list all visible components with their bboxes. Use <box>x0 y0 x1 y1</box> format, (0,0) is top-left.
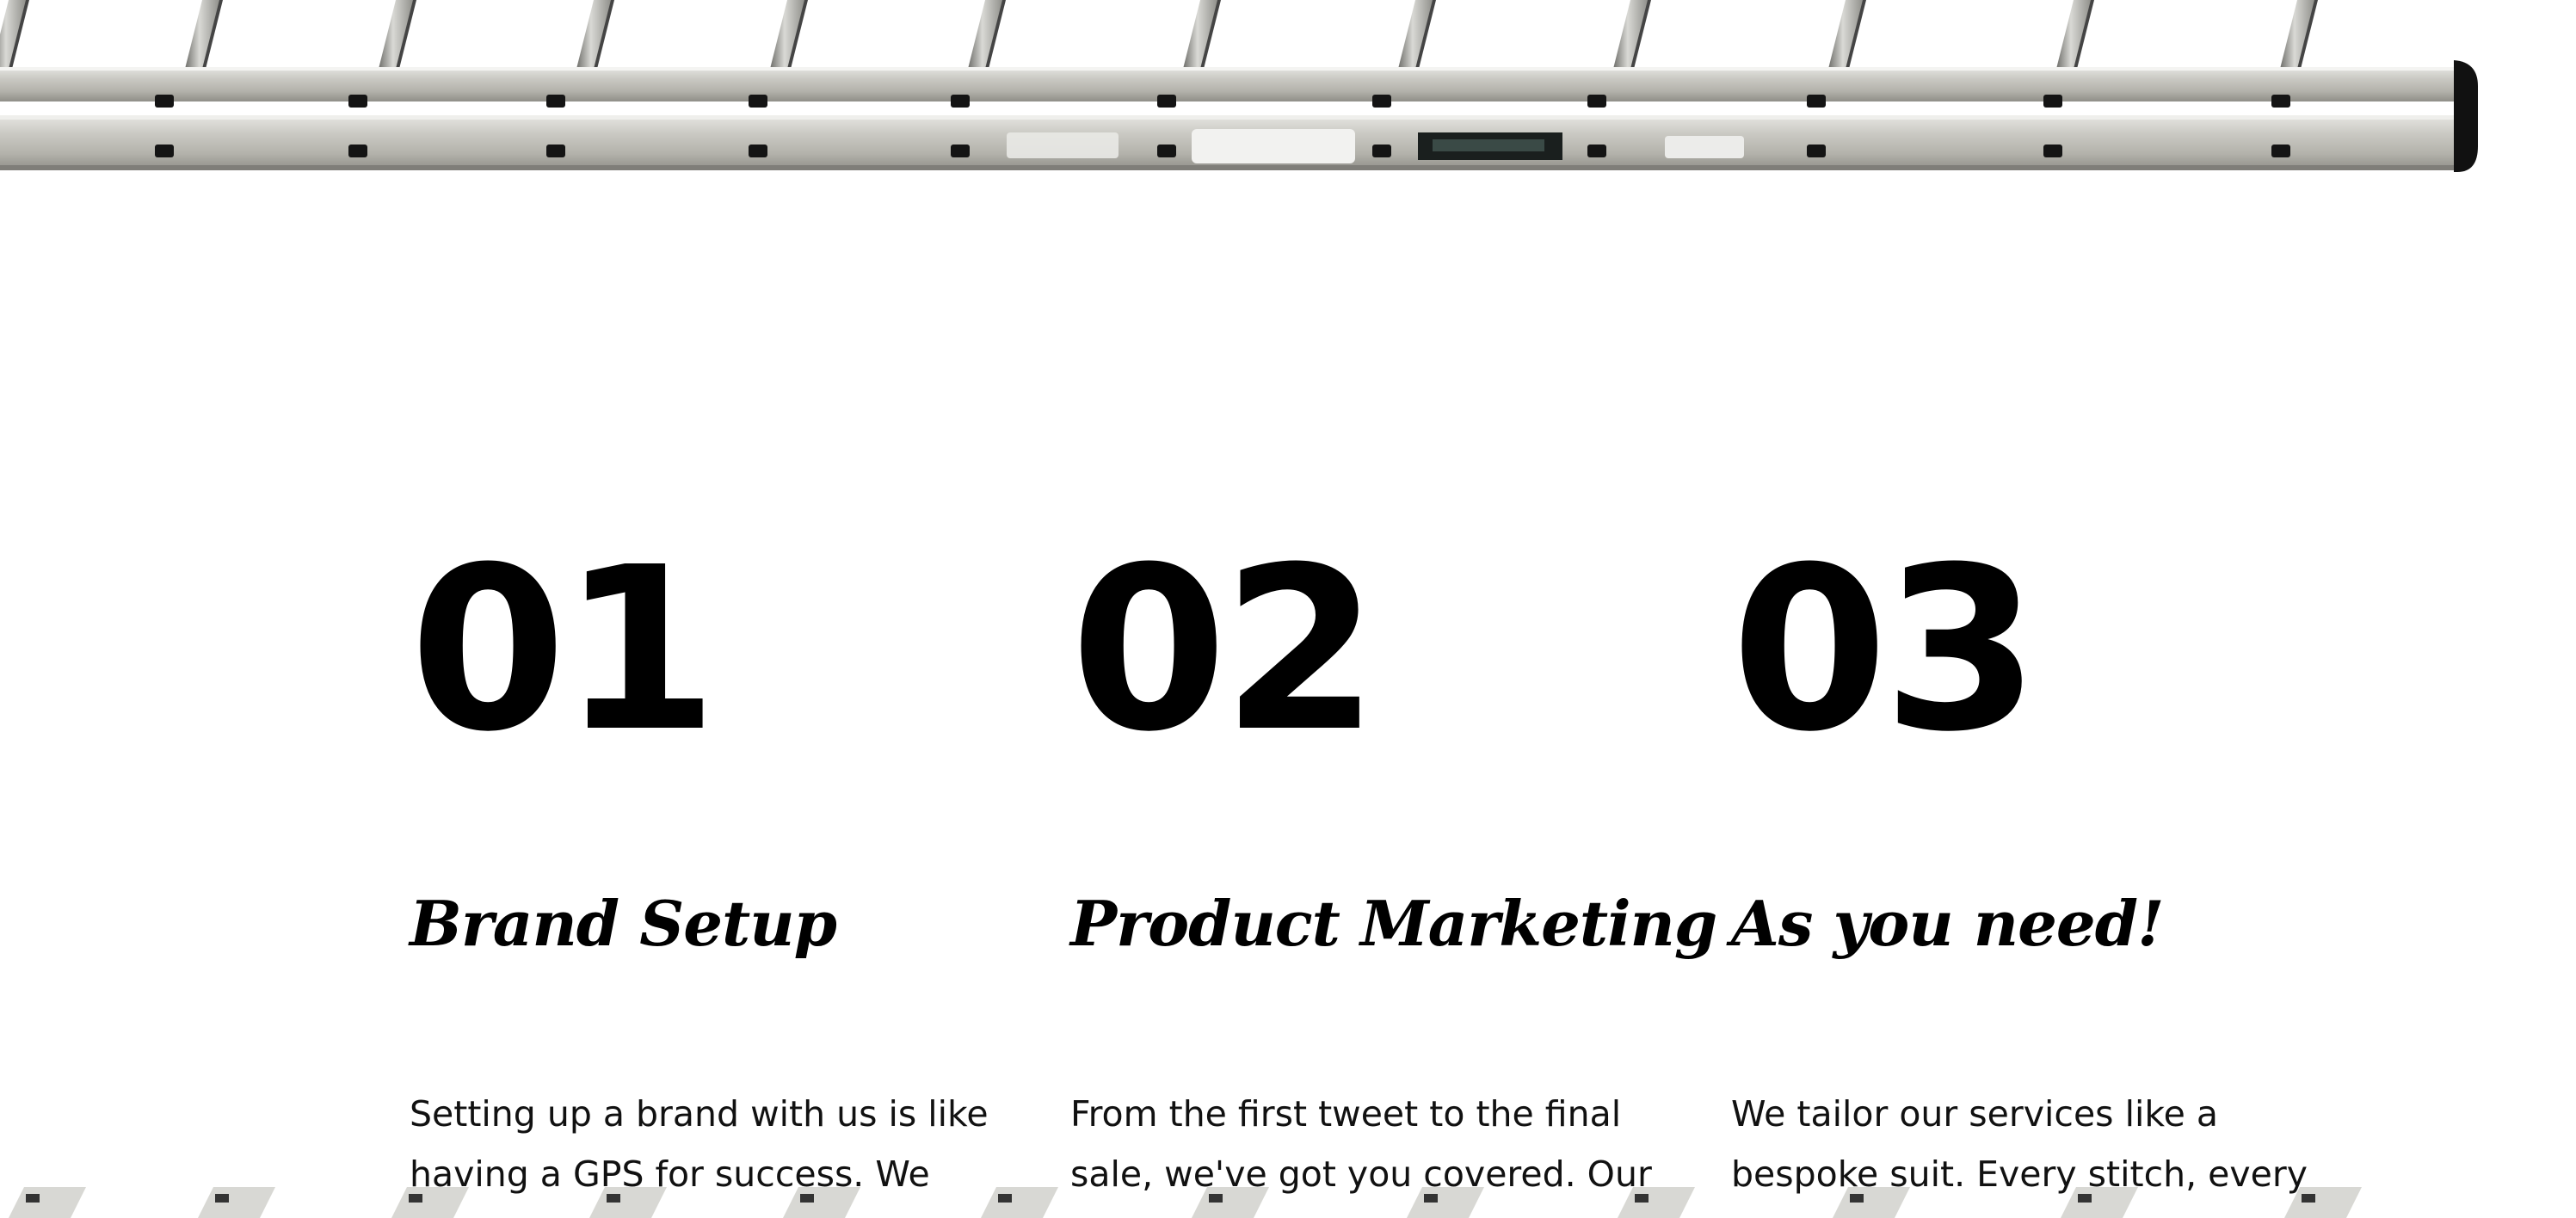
step-description: From the first tweet to the final sale, … <box>1070 1093 1652 1195</box>
step-title: Product Marketing <box>1070 887 1717 960</box>
step-description: Setting up a brand with us is like havin… <box>410 1093 989 1195</box>
ladder-image-bottom <box>9 1187 2362 1218</box>
step-title: Brand Setup <box>410 887 837 960</box>
ladder-image <box>0 0 2478 172</box>
step-description: We tailor our services like a bespoke su… <box>1731 1093 2308 1195</box>
step-number: 03 <box>1731 519 2040 781</box>
step-title: As you need! <box>1731 887 2165 960</box>
step-number: 01 <box>410 519 718 781</box>
step-number: 02 <box>1070 519 1379 781</box>
